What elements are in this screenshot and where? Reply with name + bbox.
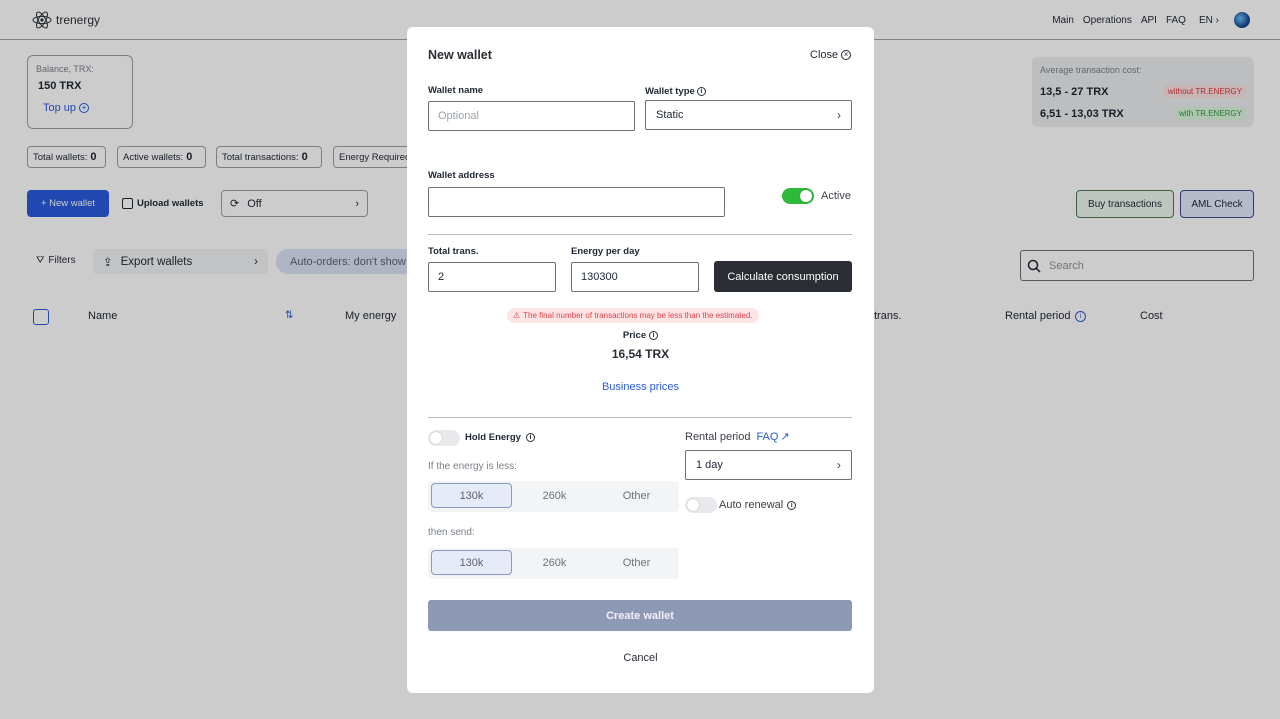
wallet-name-input[interactable]: Optional bbox=[428, 101, 635, 131]
toggle-knob bbox=[800, 190, 812, 202]
business-prices-link[interactable]: Business prices bbox=[407, 381, 874, 393]
if-energy-less-label: If the energy is less: bbox=[428, 461, 517, 472]
wallet-address-input[interactable] bbox=[428, 187, 725, 217]
close-button[interactable]: Close × bbox=[810, 49, 852, 61]
info-icon[interactable]: i bbox=[525, 433, 535, 442]
cancel-button[interactable]: Cancel bbox=[407, 652, 874, 664]
total-trans-input[interactable]: 2 bbox=[428, 262, 556, 292]
rental-period-value: 1 day bbox=[696, 459, 723, 471]
estimate-warning: ⚠ The final number of transactions may b… bbox=[507, 308, 759, 323]
wallet-type-value: Static bbox=[656, 109, 684, 121]
hold-energy-label: Hold Energy i bbox=[465, 432, 535, 443]
close-label: Close bbox=[810, 49, 839, 61]
option-other[interactable]: Other bbox=[596, 483, 677, 508]
create-wallet-button[interactable]: Create wallet bbox=[428, 600, 852, 631]
chevron-right-icon: › bbox=[837, 458, 841, 472]
info-icon[interactable]: i bbox=[787, 500, 797, 510]
wallet-type-select[interactable]: Static › bbox=[645, 100, 852, 130]
option-260k[interactable]: 260k bbox=[514, 550, 595, 575]
toggle-knob bbox=[687, 499, 699, 511]
hold-energy-toggle[interactable] bbox=[428, 430, 460, 446]
auto-renewal-label: Auto renewal i bbox=[719, 499, 797, 511]
active-label: Active bbox=[821, 190, 851, 202]
total-trans-label: Total trans. bbox=[428, 246, 479, 257]
divider bbox=[428, 417, 852, 418]
then-send-label: then send: bbox=[428, 527, 475, 538]
hold-energy-text: Hold Energy bbox=[465, 432, 521, 443]
new-wallet-dialog: New wallet Close × Wallet name Optional … bbox=[407, 27, 874, 693]
close-icon: × bbox=[841, 50, 852, 60]
wallet-type-label: Wallet type i bbox=[645, 86, 706, 97]
rental-faq-link[interactable]: FAQ ↗ bbox=[756, 430, 790, 444]
auto-renewal-text: Auto renewal bbox=[719, 499, 784, 511]
wallet-type-text: Wallet type bbox=[645, 86, 695, 97]
auto-renewal-toggle[interactable] bbox=[685, 497, 717, 513]
chevron-right-icon: › bbox=[837, 108, 841, 122]
option-130k[interactable]: 130k bbox=[431, 550, 512, 575]
option-other[interactable]: Other bbox=[596, 550, 677, 575]
energy-per-day-input[interactable]: 130300 bbox=[571, 262, 699, 292]
price-value: 16,54 TRX bbox=[611, 347, 670, 361]
faq-link-text: FAQ bbox=[756, 430, 779, 443]
divider bbox=[428, 234, 852, 235]
dialog-title: New wallet bbox=[428, 48, 492, 62]
option-130k[interactable]: 130k bbox=[431, 483, 512, 508]
calculate-consumption-button[interactable]: Calculate consumption bbox=[714, 261, 852, 292]
info-icon[interactable]: i bbox=[696, 87, 706, 96]
wallet-address-label: Wallet address bbox=[428, 170, 495, 181]
rental-period-label: Rental period FAQ ↗ bbox=[685, 430, 790, 444]
price-label-text: Price bbox=[622, 330, 647, 341]
price-label: Price i bbox=[407, 330, 874, 341]
option-260k[interactable]: 260k bbox=[514, 483, 595, 508]
external-link-icon: ↗ bbox=[780, 431, 790, 443]
rental-period-text: Rental period bbox=[685, 430, 751, 443]
energy-per-day-label: Energy per day bbox=[571, 246, 640, 257]
toggle-knob bbox=[430, 432, 442, 444]
info-icon[interactable]: i bbox=[649, 331, 659, 340]
if-energy-less-segmented-control: 130k 260k Other bbox=[428, 481, 679, 512]
rental-period-select[interactable]: 1 day › bbox=[685, 450, 852, 480]
warning-triangle-icon: ⚠ bbox=[513, 311, 521, 320]
warning-text: The final number of transactions may be … bbox=[523, 311, 753, 320]
then-send-segmented-control: 130k 260k Other bbox=[428, 548, 679, 579]
active-toggle[interactable] bbox=[782, 188, 814, 204]
wallet-name-label: Wallet name bbox=[428, 85, 484, 96]
